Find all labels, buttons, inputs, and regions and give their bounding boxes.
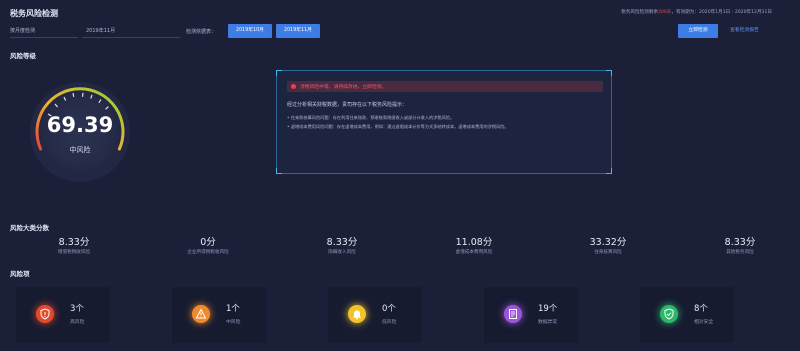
risk-card-low[interactable]: 0个 低风险 xyxy=(328,287,422,343)
period-type-select[interactable]: 按月度检测 xyxy=(10,24,78,38)
score-value: 8.33分 xyxy=(58,237,90,248)
risk-card-high[interactable]: 3个 高风险 xyxy=(16,287,110,343)
risk-label: 中风险 xyxy=(226,320,241,325)
score-label: 隐瞒收入风险 xyxy=(328,250,356,255)
panel-corner-tl xyxy=(276,70,282,76)
alert-bullet-text: 往来款核算风险问题：存在利用往来账款、预收账款隐匿收入或部分计收入的涉税风险。 xyxy=(290,115,455,120)
category-scores-title: 风险大类分数 xyxy=(10,224,49,232)
warning-text: 涉税风险中等，请持续改进，立即检测。 xyxy=(300,85,387,90)
score-label: 增值税税收风险 xyxy=(57,250,91,255)
alert-bullet: • 虚增成本费用风险问题：存在虚增成本费用，例如：通过虚假成本计价等方式多结转成… xyxy=(287,124,509,129)
risk-count: 3个 xyxy=(70,304,84,314)
score-label: 其他税务风险 xyxy=(726,250,754,255)
shield-check-icon xyxy=(660,305,678,323)
score-label: 企业所得税税收风险 xyxy=(187,250,229,255)
panel-corner-br xyxy=(606,168,612,174)
remaining-days: 200天 xyxy=(658,10,672,15)
period-value-select[interactable]: 2019年11月 xyxy=(82,24,180,38)
bell-icon xyxy=(348,305,366,323)
score-label: 虚增成本费用风险 xyxy=(455,250,493,255)
document-icon xyxy=(504,305,522,323)
risk-items-title: 风险项 xyxy=(10,270,30,278)
period-value: 2019年11月 xyxy=(86,28,116,34)
risk-count: 8个 xyxy=(694,304,708,314)
risk-count: 19个 xyxy=(538,304,558,314)
score-value: 8.33分 xyxy=(724,237,756,248)
warning-dot-icon xyxy=(291,84,296,89)
page-title: 税务风险检测 xyxy=(10,9,58,18)
shield-alert-icon xyxy=(36,305,54,323)
risk-label: 低风险 xyxy=(382,320,397,325)
warning-triangle-icon xyxy=(192,305,210,323)
score-value: 33.32分 xyxy=(589,237,627,248)
risk-label: 高风险 xyxy=(70,320,85,325)
risk-card-medium[interactable]: 1个 中风险 xyxy=(172,287,266,343)
score-value: 0分 xyxy=(200,237,216,248)
run-check-button[interactable]: 立即检测 xyxy=(678,24,718,38)
report-chip-nov[interactable]: 2019年11月 xyxy=(276,24,320,38)
alert-bullet: • 往来款核算风险问题：存在利用往来账款、预收账款隐匿收入或部分计收入的涉税风险… xyxy=(287,115,455,120)
alert-bullet-text: 虚增成本费用风险问题：存在虚增成本费用，例如：通过虚假成本计价等方式多结转成本，… xyxy=(290,124,509,129)
score-label: 往来核算风险 xyxy=(594,250,622,255)
risk-label: 数据异常 xyxy=(538,320,558,325)
risk-level-title: 风险等级 xyxy=(10,52,36,60)
risk-label: 相对安全 xyxy=(694,320,714,325)
panel-corner-tr xyxy=(606,70,612,76)
validity-period: ，有效期为：2020年1月1日 - 2020年12月31日 xyxy=(671,10,772,15)
subscription-info: 税务风险检测剩余200天，有效期为：2020年1月1日 - 2020年12月31… xyxy=(621,9,772,15)
risk-card-anomaly[interactable]: 19个 数据异常 xyxy=(484,287,578,343)
score-value: 8.33分 xyxy=(326,237,358,248)
panel-corner-bl xyxy=(276,168,282,174)
risk-card-safe[interactable]: 8个 相对安全 xyxy=(640,287,734,343)
report-basis-label: 检测依据表： xyxy=(186,29,217,35)
alert-lead: 经过分析相关财税数据，贵司存在以下税务风险提示： xyxy=(287,102,408,108)
period-type-label: 按月度检测 xyxy=(10,28,36,34)
risk-count: 0个 xyxy=(382,304,396,314)
risk-alert-panel: 涉税风险中等，请持续改进，立即检测。 经过分析相关财税数据，贵司存在以下税务风险… xyxy=(276,70,612,174)
view-report-link[interactable]: 查看检测报告 xyxy=(730,24,759,38)
subscription-prefix: 税务风险检测剩余 xyxy=(621,10,658,15)
risk-score: 69.39 xyxy=(46,113,114,137)
risk-count: 1个 xyxy=(226,304,240,314)
score-value: 11.08分 xyxy=(455,237,493,248)
risk-level-label: 中风险 xyxy=(69,146,91,154)
report-chip-oct[interactable]: 2019年10月 xyxy=(228,24,272,38)
